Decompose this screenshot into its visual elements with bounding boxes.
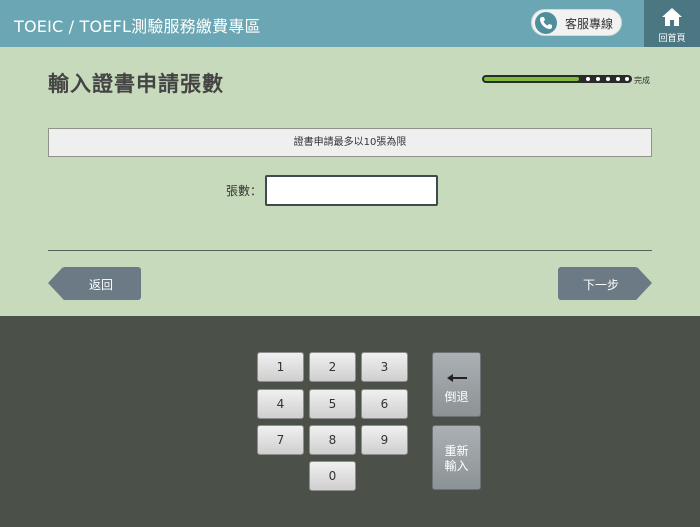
key-4[interactable]: 4 — [257, 389, 304, 419]
progress-fill — [484, 77, 579, 81]
key-2[interactable]: 2 — [309, 352, 356, 382]
phone-icon — [535, 12, 557, 34]
home-icon — [661, 6, 683, 32]
next-button[interactable]: 下一步 — [558, 267, 652, 300]
back-arrow-shape — [48, 267, 63, 299]
key-3[interactable]: 3 — [361, 352, 408, 382]
app-header: TOEIC / TOEFL測驗服務繳費專區 客服專線 回首頁 — [0, 0, 700, 47]
progress-label: 完成 — [634, 76, 650, 85]
reset-input-label: 重新 輸入 — [444, 444, 469, 473]
left-arrow-icon — [447, 371, 467, 385]
key-7[interactable]: 7 — [257, 425, 304, 455]
key-5[interactable]: 5 — [309, 389, 356, 419]
next-arrow-shape — [637, 267, 652, 299]
key-8[interactable]: 8 — [309, 425, 356, 455]
progress-dot — [616, 77, 620, 81]
key-0[interactable]: 0 — [309, 461, 356, 491]
backspace-button[interactable]: 倒退 — [432, 352, 481, 417]
divider — [48, 250, 652, 251]
customer-service-button[interactable]: 客服專線 — [531, 9, 622, 36]
home-button[interactable]: 回首頁 — [644, 0, 700, 47]
back-button[interactable]: 返回 — [48, 267, 141, 300]
main-panel: 輸入證書申請張數 完成 證書申請最多以10張為限 張數： 返回 下一步 — [0, 47, 700, 316]
progress-dot — [596, 77, 600, 81]
progress-dot — [606, 77, 610, 81]
key-1[interactable]: 1 — [257, 352, 304, 382]
reset-input-button[interactable]: 重新 輸入 — [432, 425, 481, 490]
key-6[interactable]: 6 — [361, 389, 408, 419]
quantity-input[interactable] — [265, 175, 438, 206]
progress-bar — [482, 75, 632, 83]
quantity-label: 張數： — [226, 184, 263, 198]
customer-service-label: 客服專線 — [565, 17, 614, 31]
progress-dot — [586, 77, 590, 81]
limit-notice: 證書申請最多以10張為限 — [48, 128, 652, 157]
backspace-label: 倒退 — [444, 390, 469, 404]
key-9[interactable]: 9 — [361, 425, 408, 455]
home-label: 回首頁 — [658, 34, 686, 44]
page-title: 輸入證書申請張數 — [48, 72, 224, 96]
back-button-label: 返回 — [89, 278, 114, 292]
app-title: TOEIC / TOEFL測驗服務繳費專區 — [14, 17, 261, 36]
next-button-label: 下一步 — [583, 278, 620, 292]
limit-notice-text: 證書申請最多以10張為限 — [293, 137, 407, 148]
progress-dot — [625, 77, 629, 81]
